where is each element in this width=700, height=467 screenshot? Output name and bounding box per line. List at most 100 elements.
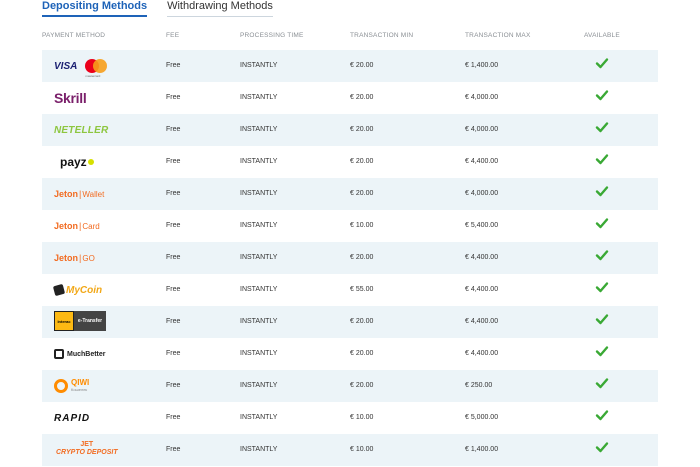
processing-time-value: INSTANTLY: [240, 254, 278, 261]
transaction-min-value: € 20.00: [350, 350, 374, 357]
rapid-logo: RAPID: [54, 412, 91, 424]
transaction-min-value: € 20.00: [350, 94, 374, 101]
processing-time-value: INSTANTLY: [240, 158, 278, 165]
check-icon: [595, 154, 609, 165]
transaction-max-value: € 5,000.00: [465, 414, 499, 421]
check-icon: [595, 90, 609, 101]
processing-time-value: INSTANTLY: [240, 350, 278, 357]
header-payment-method: PAYMENT METHOD: [42, 32, 106, 39]
header-fee: FEE: [166, 32, 180, 39]
header-available: AVAILABLE: [584, 32, 620, 39]
method-tabs: Depositing Methods Withdrawing Methods: [42, 0, 293, 17]
check-icon: [595, 58, 609, 69]
transaction-min-value: € 20.00: [350, 62, 374, 69]
transaction-max-value: € 4,400.00: [465, 254, 499, 261]
transaction-min-value: € 10.00: [350, 446, 374, 453]
fee-value: Free: [166, 126, 181, 133]
fee-value: Free: [166, 318, 181, 325]
table-row: Jeton | Wallet Free INSTANTLY € 20.00 € 4,…: [42, 178, 658, 210]
transaction-max-value: € 5,400.00: [465, 222, 499, 229]
processing-time-value: INSTANTLY: [240, 94, 278, 101]
mycoin-logo: MyCoin: [52, 280, 102, 300]
check-icon: [595, 218, 609, 229]
tab-withdrawing-methods[interactable]: Withdrawing Methods: [167, 0, 273, 17]
processing-time-value: INSTANTLY: [240, 190, 278, 197]
table-row: QIWI Кошелек Free INSTANTLY € 20.00 € 250…: [42, 370, 658, 402]
processing-time-value: INSTANTLY: [240, 382, 278, 389]
table-row: VISA mastercard Free INSTANTLY € 20.00 €…: [42, 50, 658, 82]
header-transaction-min: TRANSACTION MIN: [350, 32, 414, 39]
fee-value: Free: [166, 222, 181, 229]
table-row: RAPID Free INSTANTLY € 10.00 € 5,000.00: [42, 402, 658, 434]
check-icon: [595, 282, 609, 293]
processing-time-value: INSTANTLY: [240, 446, 278, 453]
table-header: PAYMENT METHOD FEE PROCESSING TIME TRANS…: [42, 32, 658, 44]
transaction-min-value: € 20.00: [350, 158, 374, 165]
table-row: Skrill Free INSTANTLY € 20.00 € 4,000.00: [42, 82, 658, 114]
transaction-min-value: € 20.00: [350, 318, 374, 325]
header-transaction-max: TRANSACTION MAX: [465, 32, 531, 39]
fee-value: Free: [166, 94, 181, 101]
table-row: Interac e-Transfer Free INSTANTLY € 20.00…: [42, 306, 658, 338]
fee-value: Free: [166, 350, 181, 357]
processing-time-value: INSTANTLY: [240, 62, 278, 69]
processing-time-value: INSTANTLY: [240, 222, 278, 229]
header-processing-time: PROCESSING TIME: [240, 32, 304, 39]
transaction-min-value: € 10.00: [350, 222, 374, 229]
fee-value: Free: [166, 158, 181, 165]
fee-value: Free: [166, 382, 181, 389]
transaction-max-value: € 250.00: [465, 382, 493, 389]
transaction-max-value: € 4,400.00: [465, 318, 499, 325]
fee-value: Free: [166, 190, 181, 197]
check-icon: [595, 346, 609, 357]
table-row: NETELLER Free INSTANTLY € 20.00 € 4,000.…: [42, 114, 658, 146]
processing-time-value: INSTANTLY: [240, 414, 278, 421]
check-icon: [595, 122, 609, 133]
transaction-max-value: € 1,400.00: [465, 62, 499, 69]
transaction-max-value: € 4,400.00: [465, 286, 499, 293]
check-icon: [595, 186, 609, 197]
transaction-min-value: € 20.00: [350, 190, 374, 197]
table-row: Jeton | GO Free INSTANTLY € 20.00 € 4,400.…: [42, 242, 658, 274]
transaction-min-value: € 20.00: [350, 382, 374, 389]
skrill-logo: Skrill: [54, 90, 87, 106]
muchbetter-logo: MuchBetter: [54, 344, 106, 364]
processing-time-value: INSTANTLY: [240, 126, 278, 133]
table-row: payz Free INSTANTLY € 20.00 € 4,400.00: [42, 146, 658, 178]
jeton-wallet-logo: Jeton | Wallet: [54, 189, 105, 199]
transaction-max-value: € 4,400.00: [465, 350, 499, 357]
payz-logo: payz: [54, 152, 94, 172]
muchbetter-icon: [54, 349, 64, 359]
jeton-card-logo: Jeton | Card: [54, 221, 100, 231]
table-row: MyCoin Free INSTANTLY € 55.00 € 4,400.00: [42, 274, 658, 306]
check-icon: [595, 410, 609, 421]
mastercard-icon: mastercard: [85, 59, 108, 78]
jet-crypto-deposit-logo: JET CRYPTO DEPOSIT: [56, 441, 118, 456]
transaction-max-value: € 4,000.00: [465, 190, 499, 197]
tab-depositing-methods[interactable]: Depositing Methods: [42, 0, 148, 17]
qiwi-icon: [54, 379, 68, 393]
transaction-max-value: € 4,000.00: [465, 126, 499, 133]
processing-time-value: INSTANTLY: [240, 318, 278, 325]
table-row: MuchBetter Free INSTANTLY € 20.00 € 4,40…: [42, 338, 658, 370]
check-icon: [595, 378, 609, 389]
fee-value: Free: [166, 286, 181, 293]
check-icon: [595, 314, 609, 325]
processing-time-value: INSTANTLY: [240, 286, 278, 293]
table-row: JET CRYPTO DEPOSIT Free INSTANTLY € 10.00…: [42, 434, 658, 466]
transaction-min-value: € 20.00: [350, 126, 374, 133]
transaction-max-value: € 4,000.00: [465, 94, 499, 101]
transaction-min-value: € 20.00: [350, 254, 374, 261]
qiwi-logo: QIWI Кошелек: [54, 376, 89, 396]
check-icon: [595, 442, 609, 453]
transaction-max-value: € 4,400.00: [465, 158, 499, 165]
payment-methods-table: VISA mastercard Free INSTANTLY € 20.00 €…: [42, 50, 658, 466]
transaction-min-value: € 10.00: [350, 414, 374, 421]
table-row: Jeton | Card Free INSTANTLY € 10.00 € 5,40…: [42, 210, 658, 242]
fee-value: Free: [166, 414, 181, 421]
fee-value: Free: [166, 254, 181, 261]
jeton-go-logo: Jeton | GO: [54, 253, 95, 263]
visa-mastercard-logo: VISA mastercard: [54, 56, 108, 78]
fee-value: Free: [166, 62, 181, 69]
transaction-max-value: € 1,400.00: [465, 446, 499, 453]
